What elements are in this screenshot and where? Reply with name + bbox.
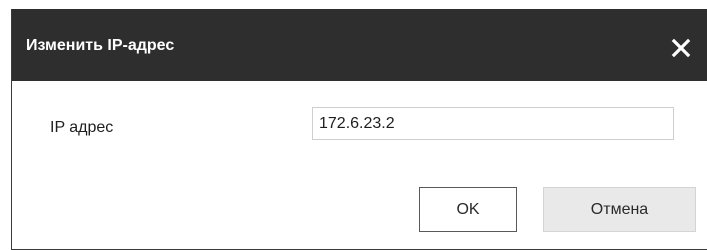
cancel-button[interactable]: Отмена <box>543 187 696 232</box>
dialog-titlebar: Изменить IP-адрес <box>12 9 707 81</box>
ip-address-input[interactable] <box>312 107 674 140</box>
change-ip-dialog: Изменить IP-адрес IP адрес OK Отмена <box>11 9 707 250</box>
dialog-title: Изменить IP-адрес <box>26 37 175 54</box>
ip-address-label: IP адрес <box>50 119 114 136</box>
ok-button[interactable]: OK <box>419 187 517 232</box>
close-icon[interactable] <box>671 38 691 58</box>
